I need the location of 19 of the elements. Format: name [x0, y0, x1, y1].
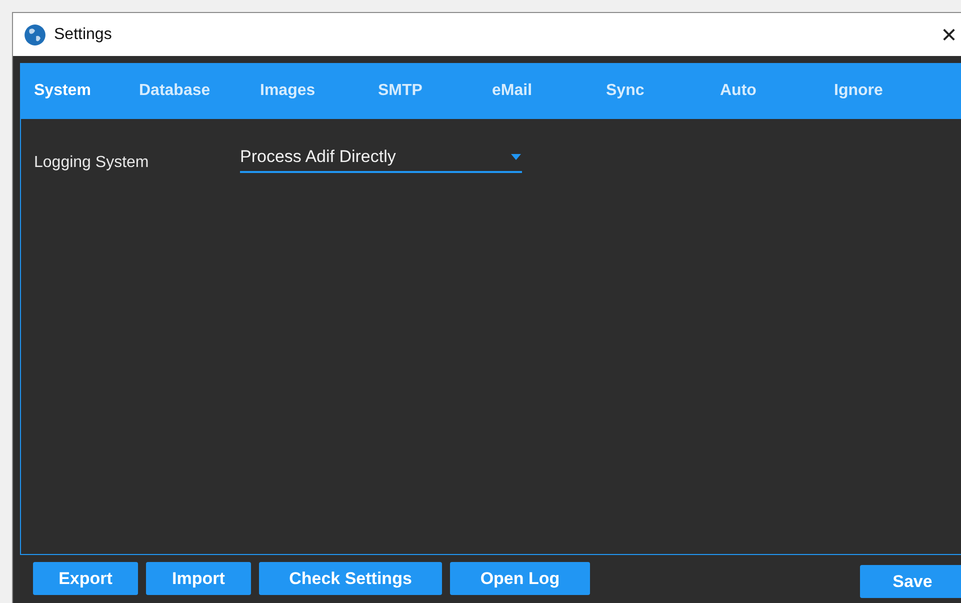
- tab[interactable]: Sync: [606, 82, 720, 100]
- globe-icon: [24, 24, 46, 46]
- action-button[interactable]: Open Log: [450, 562, 590, 595]
- action-button[interactable]: Export: [33, 562, 138, 595]
- action-button[interactable]: Import: [146, 562, 251, 595]
- tab[interactable]: SMTP: [378, 82, 492, 100]
- tab[interactable]: Auto: [720, 82, 834, 100]
- tab[interactable]: System: [34, 82, 139, 100]
- tab[interactable]: Ignore: [834, 82, 948, 100]
- window-title: Settings: [54, 26, 112, 44]
- save-button[interactable]: Save: [860, 565, 961, 598]
- close-button[interactable]: ✕: [933, 22, 961, 46]
- action-button[interactable]: Check Settings: [259, 562, 442, 595]
- tab[interactable]: Database: [139, 82, 260, 100]
- tab[interactable]: eMail: [492, 82, 606, 100]
- caret-icon: [511, 154, 521, 160]
- dropdown-field[interactable]: Process Adif Directly: [240, 143, 522, 173]
- field-label: Logging System: [34, 154, 150, 172]
- tab[interactable]: Images: [260, 82, 378, 100]
